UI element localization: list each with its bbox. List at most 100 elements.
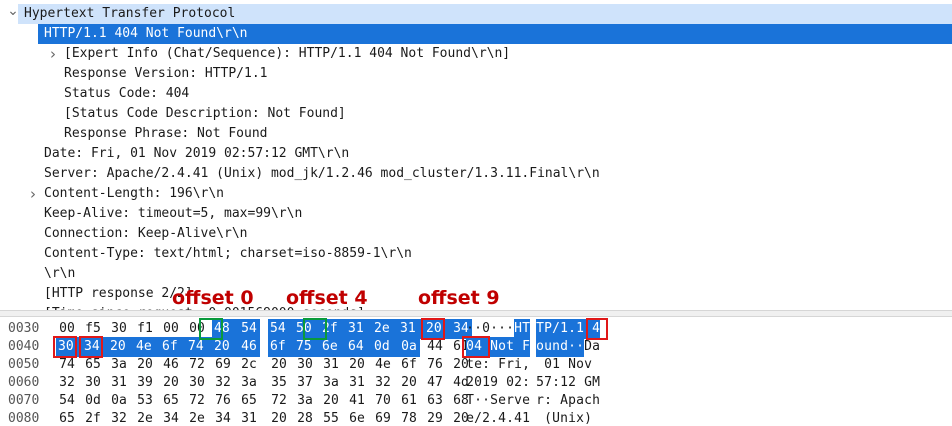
- ascii-char[interactable]: t: [506, 337, 514, 357]
- ascii-char[interactable]: 4: [498, 409, 506, 426]
- hex-byte[interactable]: 6e: [320, 337, 346, 357]
- ascii-char[interactable]: /: [474, 409, 482, 426]
- ascii-char[interactable]: N: [490, 337, 498, 357]
- hex-byte[interactable]: 70: [372, 391, 394, 411]
- hex-byte[interactable]: 30: [108, 319, 130, 339]
- hex-byte[interactable]: 3a: [320, 373, 342, 393]
- ascii-char[interactable]: H: [514, 319, 522, 339]
- ascii-char[interactable]: 1: [522, 409, 530, 426]
- ascii-char[interactable]: T: [466, 391, 474, 411]
- hex-byte[interactable]: 20: [268, 355, 290, 375]
- hex-byte[interactable]: 31: [320, 355, 342, 375]
- ascii-char[interactable]: ·: [568, 337, 576, 357]
- tree-row[interactable]: Response Phrase: Not Found: [0, 124, 952, 144]
- tree-row[interactable]: › [Expert Info (Chat/Sequence): HTTP/1.1 …: [0, 44, 952, 64]
- ascii-char[interactable]: [536, 409, 544, 426]
- hex-byte[interactable]: 29: [424, 409, 446, 426]
- hex-byte[interactable]: 64: [346, 337, 372, 357]
- hex-byte[interactable]: 4e: [134, 337, 160, 357]
- hex-byte[interactable]: 41: [346, 391, 368, 411]
- ascii-char[interactable]: F: [498, 355, 506, 375]
- tree-row[interactable]: Connection: Keep-Alive\r\n: [0, 224, 952, 244]
- tree-row[interactable]: ⌄ Hypertext Transfer Protocol: [7, 4, 952, 24]
- ascii-char[interactable]: G: [584, 373, 592, 393]
- hex-byte[interactable]: 30: [186, 373, 208, 393]
- hex-byte[interactable]: 72: [186, 391, 208, 411]
- hex-byte[interactable]: 0d: [82, 391, 104, 411]
- tree-row[interactable]: Status Code: 404: [0, 84, 952, 104]
- hex-row[interactable]: 0080 65 2f 32 2e 34 2e 34 31 20 28 55 6e 69 78 29 20 e/2.…: [0, 409, 952, 426]
- ascii-char[interactable]: e: [474, 355, 482, 375]
- hex-byte[interactable]: 53: [134, 391, 156, 411]
- ascii-char[interactable]: o: [576, 355, 584, 375]
- ascii-char[interactable]: ·: [506, 319, 514, 339]
- ascii-char[interactable]: v: [514, 391, 522, 411]
- ascii-char[interactable]: N: [568, 355, 576, 375]
- ascii-char[interactable]: i: [514, 355, 522, 375]
- ascii-char[interactable]: 9: [490, 373, 498, 393]
- ascii-char[interactable]: [592, 355, 600, 375]
- hex-byte[interactable]: 65: [56, 409, 78, 426]
- ascii-char[interactable]: u: [544, 337, 552, 357]
- tree-row[interactable]: [Status Code Description: Not Found]: [0, 104, 952, 124]
- hex-byte[interactable]: 20: [268, 409, 290, 426]
- ascii-char[interactable]: r: [506, 391, 514, 411]
- ascii-char[interactable]: 4: [514, 409, 522, 426]
- ascii-char[interactable]: [552, 391, 560, 411]
- hex-byte[interactable]: 34: [160, 409, 182, 426]
- hex-row[interactable]: 0060 32 30 31 39 20 30 32 3a 35 37 3a 31 32 20 47 4d 2 0 1 9…: [0, 373, 952, 393]
- ascii-char[interactable]: 0: [506, 373, 514, 393]
- ascii-char[interactable]: F: [522, 337, 530, 357]
- packet-details-tree[interactable]: ⌄ Hypertext Transfer Protocol ⌄ HTTP/1.1 40…: [0, 0, 952, 310]
- hex-byte[interactable]: 78: [398, 409, 420, 426]
- hex-byte[interactable]: 2e: [372, 319, 398, 339]
- ascii-char[interactable]: (: [544, 409, 552, 426]
- hex-byte[interactable]: 20: [398, 373, 420, 393]
- tree-row[interactable]: Keep-Alive: timeout=5, max=99\r\n: [0, 204, 952, 224]
- chevron-right-icon[interactable]: ›: [26, 184, 40, 204]
- ascii-char[interactable]: T: [522, 319, 530, 339]
- tree-row[interactable]: \r\n: [0, 264, 952, 284]
- hex-byte[interactable]: 28: [294, 409, 316, 426]
- hex-byte[interactable]: 74: [56, 355, 78, 375]
- hex-byte[interactable]: 76: [212, 391, 234, 411]
- ascii-char[interactable]: t: [466, 355, 474, 375]
- ascii-char[interactable]: 1: [560, 373, 568, 393]
- hex-byte[interactable]: 4e: [372, 355, 394, 375]
- hex-byte[interactable]: 44: [424, 337, 446, 357]
- tree-row[interactable]: › Content-Length: 196\r\n: [0, 184, 952, 204]
- hex-byte[interactable]: 2f: [82, 409, 104, 426]
- ascii-char[interactable]: [514, 337, 522, 357]
- hex-byte[interactable]: 2c: [238, 355, 260, 375]
- ascii-char[interactable]: r: [506, 355, 514, 375]
- ascii-char[interactable]: 0: [474, 373, 482, 393]
- ascii-char[interactable]: d: [560, 337, 568, 357]
- ascii-char[interactable]: [536, 355, 544, 375]
- hex-byte[interactable]: 3a: [238, 373, 260, 393]
- ascii-char[interactable]: x: [576, 409, 584, 426]
- ascii-char[interactable]: a: [592, 337, 600, 357]
- hex-byte[interactable]: 75: [294, 337, 320, 357]
- packet-bytes-pane[interactable]: 0030 00 f5 30 f1 00 00 48 54 54 50 2f 31 2e 31 20 34 · · 0 ·…: [0, 317, 952, 426]
- hex-byte[interactable]: 20: [212, 337, 238, 357]
- hex-byte[interactable]: 65: [82, 355, 104, 375]
- ascii-char[interactable]: [490, 355, 498, 375]
- ascii-char[interactable]: :: [552, 373, 560, 393]
- hex-byte[interactable]: 31: [238, 409, 260, 426]
- hex-byte[interactable]: 20: [108, 337, 134, 357]
- ascii-char[interactable]: D: [584, 337, 592, 357]
- ascii-char[interactable]: [592, 409, 600, 426]
- hex-byte[interactable]: 6f: [160, 337, 186, 357]
- ascii-char[interactable]: 1: [576, 319, 584, 339]
- ascii-char[interactable]: T: [536, 319, 544, 339]
- ascii-char[interactable]: 1: [552, 355, 560, 375]
- ascii-char[interactable]: ·: [474, 391, 482, 411]
- pane-splitter[interactable]: [0, 310, 952, 317]
- hex-byte[interactable]: 0a: [108, 391, 130, 411]
- ascii-char[interactable]: ·: [482, 391, 490, 411]
- ascii-char[interactable]: o: [498, 337, 506, 357]
- ascii-char[interactable]: [560, 355, 568, 375]
- hex-byte[interactable]: 31: [346, 373, 368, 393]
- ascii-char[interactable]: 1: [482, 373, 490, 393]
- ascii-char[interactable]: 7: [544, 373, 552, 393]
